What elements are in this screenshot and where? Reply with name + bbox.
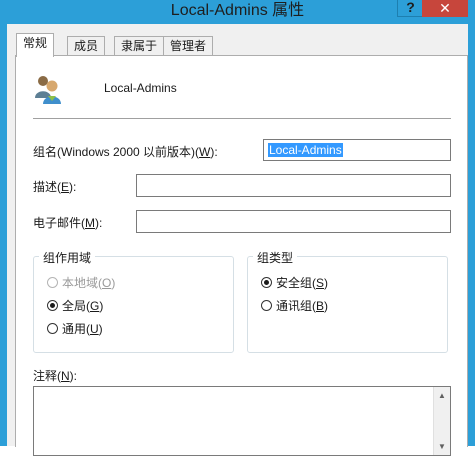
description-label: 描述(E): [33,180,77,194]
email-input[interactable] [136,210,451,233]
scope-universal-radio[interactable]: 通用(U) [47,321,103,337]
type-distribution-radio[interactable]: 通讯组(B) [261,298,328,314]
type-security-label: 安全组(S) [276,276,329,290]
scope-domain-local-label: 本地域(O) [62,276,116,290]
tab-member-of[interactable]: 隶属于 [114,36,165,56]
scope-global-radio[interactable]: 全局(G) [47,298,103,314]
window-border-left [0,24,7,446]
radio-button[interactable] [47,277,58,288]
group-scope-title: 组作用域 [39,249,96,266]
scroll-down-arrow-icon[interactable]: ▼ [434,438,450,455]
email-label: 电子邮件(M): [33,216,103,230]
window-border-right [468,24,475,446]
tab-members[interactable]: 成员 [67,36,106,56]
radio-button[interactable] [47,300,58,311]
general-tab-panel: Local-Admins 组名(Windows 2000 以前版本)(W): L… [15,55,468,456]
radio-button[interactable] [261,300,272,311]
notes-scrollbar[interactable]: ▲ ▼ [433,387,450,455]
pre2000-name-input[interactable]: Local-Admins [263,139,451,161]
group-users-icon [35,76,61,104]
tab-managed-by[interactable]: 管理者 [163,36,214,56]
scroll-up-arrow-icon[interactable]: ▲ [434,387,450,404]
scope-universal-label: 通用(U) [62,322,103,336]
radio-button[interactable] [261,277,272,288]
radio-button[interactable] [47,323,58,334]
type-distribution-label: 通讯组(B) [276,299,329,313]
description-input[interactable] [136,174,451,197]
pre2000-name-label: 组名(Windows 2000 以前版本)(W): [33,145,218,159]
notes-label: 注释(N): [33,369,78,383]
separator-line [33,118,451,119]
group-type-title: 组类型 [253,249,298,266]
tab-general[interactable]: 常规 [16,33,55,57]
scope-domain-local-radio[interactable]: 本地域(O) [47,275,115,291]
help-button[interactable]: ? [397,0,424,17]
type-security-radio[interactable]: 安全组(S) [261,275,328,291]
group-name-heading: Local-Admins [104,81,177,95]
close-button[interactable]: ✕ [422,0,468,17]
scope-global-label: 全局(G) [62,299,104,313]
